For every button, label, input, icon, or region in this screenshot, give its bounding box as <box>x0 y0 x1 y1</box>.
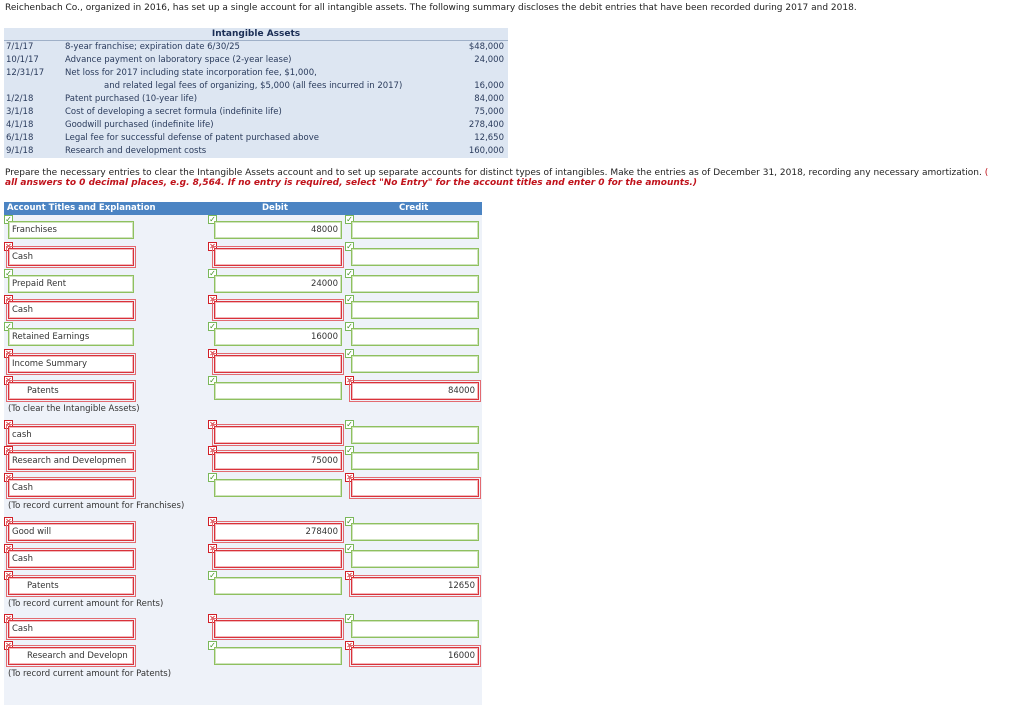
debit-amount-input[interactable] <box>212 246 344 268</box>
debit-amount-input[interactable] <box>212 548 344 570</box>
intangible-row: 6/1/18 Legal fee for successful defense o… <box>4 132 508 145</box>
entry-explanation: (To record current amount for Patents) <box>8 669 172 679</box>
credit-amount-input[interactable] <box>351 523 479 541</box>
instructions-text: Prepare the necessary entries to clear t… <box>5 168 982 178</box>
row-date: 7/1/17 <box>6 42 34 52</box>
intangible-row: 10/1/17 Advance payment on laboratory spa… <box>4 54 508 67</box>
credit-amount-input[interactable] <box>351 328 479 346</box>
credit-amount-input[interactable]: 12650 <box>349 575 481 597</box>
credit-amount-input[interactable] <box>351 550 479 568</box>
debit-amount-input[interactable] <box>212 424 344 446</box>
row-description: Research and development costs <box>65 146 207 156</box>
entry-explanation: (To record current amount for Franchises… <box>8 501 185 511</box>
debit-amount-input[interactable] <box>214 647 342 665</box>
instructions-paren: ( <box>984 168 989 178</box>
debit-amount-input[interactable] <box>212 299 344 321</box>
account-title-input[interactable]: Patents <box>6 380 136 402</box>
account-title-input[interactable]: Prepaid Rent <box>8 275 134 293</box>
account-title-input[interactable]: Research and Developn <box>6 645 136 667</box>
debit-amount-input[interactable] <box>212 353 344 375</box>
entry-explanation: (To record current amount for Rents) <box>8 599 164 609</box>
row-date: 12/31/17 <box>6 68 45 78</box>
credit-amount-input[interactable] <box>351 275 479 293</box>
row-amount: 160,000 <box>468 146 504 156</box>
journal-header: Account Titles and Explanation Debit Cre… <box>4 202 482 215</box>
row-date: 6/1/18 <box>6 133 34 143</box>
rounding-note: all answers to 0 decimal places, e.g. 8,… <box>5 178 697 188</box>
account-title-input[interactable]: Research and Developmen <box>6 450 136 472</box>
intangible-row: and related legal fees of organizing, $5… <box>4 80 508 93</box>
account-title-input[interactable]: cash <box>6 424 136 446</box>
credit-amount-input[interactable] <box>351 355 479 373</box>
row-amount: 12,650 <box>474 133 504 143</box>
credit-amount-input[interactable] <box>351 221 479 239</box>
credit-amount-input[interactable] <box>351 426 479 444</box>
intangible-row: 4/1/18 Goodwill purchased (indefinite lif… <box>4 119 508 132</box>
row-amount: $48,000 <box>468 42 504 52</box>
credit-amount-input[interactable] <box>351 452 479 470</box>
account-title-input[interactable]: Cash <box>6 477 136 499</box>
header-credit: Credit <box>399 203 429 213</box>
row-date: 1/2/18 <box>6 94 34 104</box>
row-description: Advance payment on laboratory space (2-y… <box>65 55 292 65</box>
debit-amount-input[interactable] <box>212 618 344 640</box>
account-title-input[interactable]: Cash <box>6 618 136 640</box>
header-debit: Debit <box>262 203 288 213</box>
debit-amount-input[interactable]: 48000 <box>214 221 342 239</box>
intangible-row: 12/31/17 Net loss for 2017 including stat… <box>4 67 508 80</box>
intangible-assets-table: Intangible Assets 7/1/17 8-year franchise… <box>4 28 508 158</box>
row-amount: 24,000 <box>474 55 504 65</box>
account-title-input[interactable]: Cash <box>6 299 136 321</box>
account-title-input[interactable]: Patents <box>6 575 136 597</box>
row-amount: 16,000 <box>474 81 504 91</box>
debit-amount-input[interactable] <box>214 479 342 497</box>
intangible-row: 7/1/17 8-year franchise; expiration date … <box>4 41 508 54</box>
account-title-input[interactable]: Cash <box>6 246 136 268</box>
intangible-row: 9/1/18 Research and development costs 160,… <box>4 145 508 158</box>
account-title-input[interactable]: Good will <box>6 521 136 543</box>
debit-amount-input[interactable] <box>214 382 342 400</box>
row-description: Cost of developing a secret formula (ind… <box>65 107 282 117</box>
credit-amount-input[interactable] <box>351 620 479 638</box>
debit-amount-input[interactable] <box>214 577 342 595</box>
instructions: Prepare the necessary entries to clear t… <box>5 168 1024 188</box>
credit-amount-input[interactable] <box>351 301 479 319</box>
debit-amount-input[interactable]: 16000 <box>214 328 342 346</box>
row-date: 4/1/18 <box>6 120 34 130</box>
header-account: Account Titles and Explanation <box>7 203 156 213</box>
credit-amount-input[interactable] <box>351 248 479 266</box>
account-title-input[interactable]: Income Summary <box>6 353 136 375</box>
credit-amount-input[interactable]: 16000 <box>349 645 481 667</box>
row-description: and related legal fees of organizing, $5… <box>104 81 403 91</box>
row-amount: 278,400 <box>468 120 504 130</box>
row-date: 3/1/18 <box>6 107 34 117</box>
row-amount: 84,000 <box>474 94 504 104</box>
account-title-input[interactable]: Franchises <box>8 221 134 239</box>
debit-amount-input[interactable]: 75000 <box>212 450 344 472</box>
debit-amount-input[interactable]: 24000 <box>214 275 342 293</box>
intangible-row: 1/2/18 Patent purchased (10-year life) 84,… <box>4 93 508 106</box>
row-description: 8-year franchise; expiration date 6/30/2… <box>65 42 240 52</box>
row-description: Net loss for 2017 including state incorp… <box>65 68 317 78</box>
row-date: 9/1/18 <box>6 146 34 156</box>
account-title-input[interactable]: Retained Earnings <box>8 328 134 346</box>
problem-intro: Reichenbach Co., organized in 2016, has … <box>5 3 857 13</box>
row-description: Legal fee for successful defense of pate… <box>65 133 319 143</box>
row-date: 10/1/17 <box>6 55 39 65</box>
row-amount: 75,000 <box>474 107 504 117</box>
row-description: Patent purchased (10-year life) <box>65 94 198 104</box>
intangible-assets-title: Intangible Assets <box>211 29 301 39</box>
credit-amount-input[interactable] <box>349 477 481 499</box>
row-description: Goodwill purchased (indefinite life) <box>65 120 214 130</box>
account-title-input[interactable]: Cash <box>6 548 136 570</box>
entry-explanation: (To clear the Intangible Assets) <box>8 404 140 414</box>
intangible-row: 3/1/18 Cost of developing a secret formul… <box>4 106 508 119</box>
debit-amount-input[interactable]: 278400 <box>212 521 344 543</box>
credit-amount-input[interactable]: 84000 <box>349 380 481 402</box>
